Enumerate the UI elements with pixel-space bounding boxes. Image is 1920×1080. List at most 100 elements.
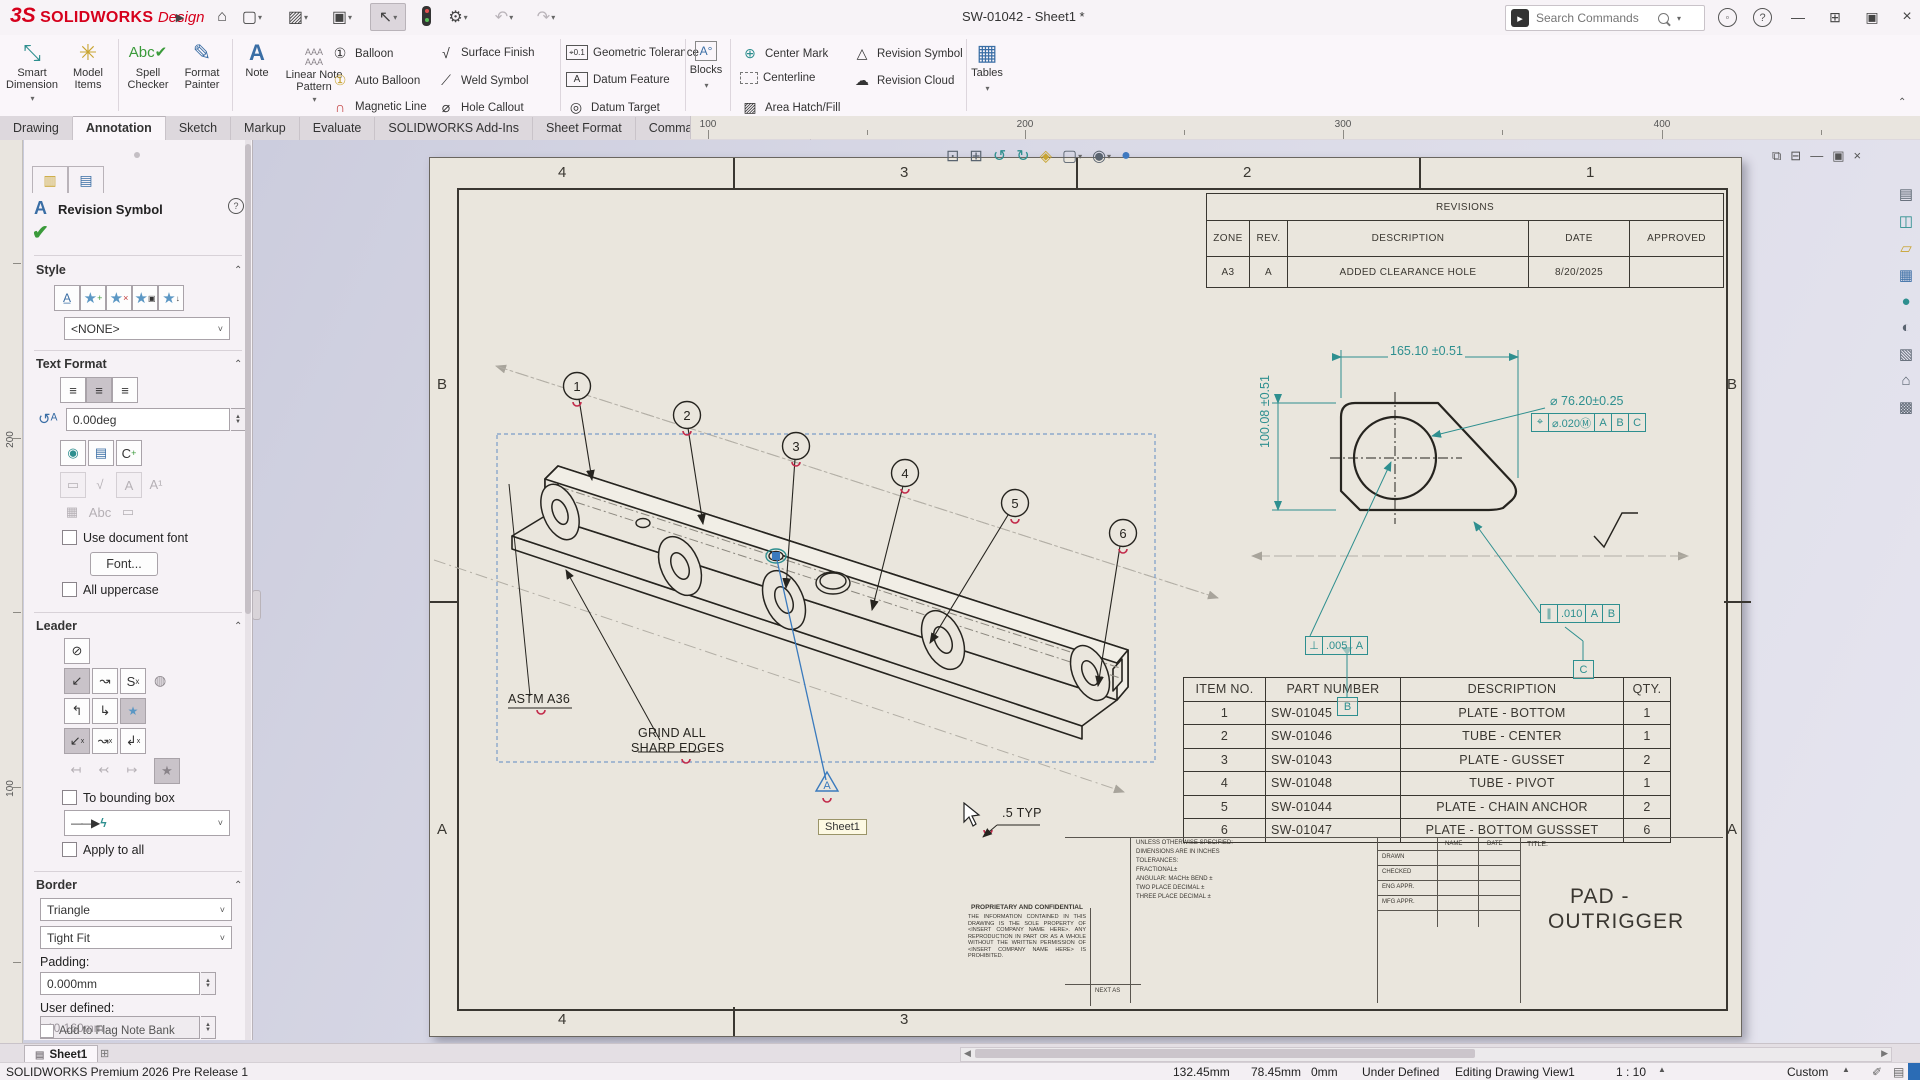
- rotate-view-icon[interactable]: ↻: [1016, 146, 1029, 166]
- bent-leader-button[interactable]: ↝x: [92, 728, 118, 754]
- dim-width[interactable]: 165.10 ±0.51: [1388, 344, 1465, 358]
- insert-finish-button[interactable]: √: [88, 472, 112, 496]
- leader-button[interactable]: ↙: [64, 668, 90, 694]
- menu-expand-arrow[interactable]: ▶: [168, 4, 192, 30]
- border-style-dropdown[interactable]: Triangle˅: [40, 898, 232, 921]
- graphics-area[interactable]: 200 100 4 3 2 1 4 3 B A B A: [0, 140, 1920, 1043]
- centerline-button[interactable]: Centerline: [740, 72, 815, 84]
- note-button[interactable]: A Note: [236, 41, 278, 79]
- stack-note-button[interactable]: A¹: [144, 472, 168, 496]
- doc-tile-icon[interactable]: ⧉: [1772, 148, 1781, 164]
- status-units[interactable]: Custom: [1787, 1065, 1828, 1079]
- forum-icon[interactable]: ▩: [1899, 398, 1913, 416]
- tab-sheet-format[interactable]: Sheet Format: [533, 117, 636, 140]
- close-button[interactable]: ×: [1894, 4, 1920, 30]
- doc-minimize-icon[interactable]: —: [1810, 148, 1823, 164]
- format-painter-button[interactable]: ✎ Format Painter: [176, 41, 228, 91]
- search-icon[interactable]: [1658, 13, 1669, 24]
- align-left-button[interactable]: ≡: [60, 377, 86, 403]
- add-symbol-button[interactable]: C+: [116, 440, 142, 466]
- zoom-to-fit-icon[interactable]: ⊡: [946, 146, 959, 166]
- tile-windows-button[interactable]: ⊞: [1822, 4, 1848, 30]
- user-defined-spinner[interactable]: ▲▼: [201, 1016, 216, 1039]
- view-orientation-icon[interactable]: ▢▾: [1062, 146, 1082, 166]
- hole-callout-button[interactable]: ⌀Hole Callout: [436, 99, 524, 116]
- spell-link-button[interactable]: Abc: [88, 500, 112, 524]
- area-hatch-button[interactable]: ▨Area Hatch/Fill: [740, 99, 840, 116]
- horizontal-scrollbar[interactable]: ◀ ▶: [960, 1047, 1892, 1062]
- padding-spinner[interactable]: ▲▼: [201, 972, 216, 995]
- link-property-button[interactable]: ▤: [88, 440, 114, 466]
- scene-icon[interactable]: ◐: [1901, 319, 1910, 336]
- resources-icon[interactable]: ▤: [1899, 185, 1913, 203]
- align-center-button[interactable]: ≡: [86, 377, 112, 403]
- tab-drawing[interactable]: Drawing: [0, 117, 73, 140]
- bent-leader-left-button[interactable]: ↰: [64, 698, 90, 724]
- bent-leader-right-button[interactable]: ↳: [92, 698, 118, 724]
- datum-target-button[interactable]: ◎Datum Target: [566, 99, 660, 116]
- tags-icon[interactable]: ✐: [1872, 1065, 1882, 1079]
- ok-checkmark-button[interactable]: ✔: [32, 220, 49, 245]
- panel-grip[interactable]: [134, 152, 140, 158]
- center-mark-button[interactable]: ⊕Center Mark: [740, 45, 828, 62]
- geometric-tolerance-button[interactable]: ⌖0.1Geometric Tolerance: [566, 45, 699, 60]
- edit-appearance-icon[interactable]: ◈: [1040, 146, 1052, 166]
- datum-flag-b[interactable]: B: [1337, 697, 1358, 716]
- help-icon[interactable]: ?: [1753, 8, 1772, 27]
- tab-sketch[interactable]: Sketch: [166, 117, 231, 140]
- insert-datum-button[interactable]: A: [116, 472, 142, 498]
- magnetic-line-anchor[interactable]: [772, 552, 780, 560]
- add-sheet-icon[interactable]: ⊞: [100, 1047, 109, 1060]
- border-size-dropdown[interactable]: Tight Fit˅: [40, 926, 232, 949]
- style-apply-defaults-button[interactable]: A̲: [54, 285, 80, 311]
- dim-diameter[interactable]: ⌀ 76.20±0.25: [1548, 393, 1625, 408]
- doc-split-icon[interactable]: ⊟: [1790, 148, 1801, 164]
- leader-center-text-button[interactable]: ↢: [92, 758, 116, 782]
- search-dropdown-arrow[interactable]: ▾: [1677, 14, 1681, 23]
- note-grind-2[interactable]: SHARP EDGES: [631, 741, 724, 755]
- all-uppercase-checkbox[interactable]: All uppercase: [62, 582, 159, 597]
- datum-flag-c[interactable]: C: [1573, 660, 1594, 679]
- weld-symbol-button[interactable]: ⟋Weld Symbol: [436, 72, 529, 89]
- align-right-button[interactable]: ≡: [112, 377, 138, 403]
- status-scale[interactable]: 1 : 10: [1616, 1065, 1646, 1079]
- leader-style-button[interactable]: ★: [154, 758, 180, 784]
- leader-section-header[interactable]: Leader: [36, 619, 77, 633]
- tab-solidworks-add-ins[interactable]: SOLIDWORKS Add-Ins: [375, 117, 533, 140]
- note-astm[interactable]: ASTM A36: [508, 692, 570, 706]
- insert-table-button[interactable]: ▦: [60, 500, 84, 524]
- ribbon-collapse-chevron[interactable]: ⌃: [1898, 97, 1906, 108]
- blocks-button[interactable]: A° Blocks▾: [684, 41, 728, 92]
- scale-dropdown-arrow[interactable]: ▲: [1658, 1065, 1666, 1074]
- revision-cloud-button[interactable]: ☁Revision Cloud: [852, 72, 954, 89]
- use-document-font-checkbox[interactable]: Use document font: [62, 530, 188, 545]
- tab-evaluate[interactable]: Evaluate: [300, 117, 376, 140]
- straight-leader-button[interactable]: ↙x: [64, 728, 90, 754]
- leader-left-text-button[interactable]: ↤: [64, 758, 88, 782]
- file-explorer-icon[interactable]: ▱: [1900, 239, 1912, 257]
- panel-splitter[interactable]: [252, 590, 261, 620]
- to-bounding-box-checkbox[interactable]: To bounding box: [62, 790, 175, 805]
- custom-properties-icon[interactable]: ▧: [1899, 345, 1913, 363]
- style-save-button[interactable]: ★▣: [132, 285, 158, 311]
- doc-close-icon[interactable]: ×: [1854, 148, 1862, 164]
- revision-symbol-button[interactable]: △Revision Symbol: [852, 45, 963, 62]
- scroll-right-arrow[interactable]: ▶: [1881, 1048, 1888, 1059]
- save-button[interactable]: ▣▾: [330, 4, 354, 30]
- spline-leader-button[interactable]: Sx: [120, 668, 146, 694]
- fcf-perpendicularity[interactable]: ⊥.005A: [1305, 636, 1368, 655]
- user-profile-icon[interactable]: ◦: [1718, 8, 1737, 27]
- status-options-icon[interactable]: ▤: [1893, 1065, 1904, 1079]
- style-collapse-caret[interactable]: ⌃: [234, 265, 242, 276]
- leader-collapse-caret[interactable]: ⌃: [234, 621, 242, 632]
- redo-button[interactable]: ↷▾: [534, 4, 558, 30]
- render-mode-icon[interactable]: ●: [1121, 147, 1131, 165]
- search-commands-box[interactable]: ▸ ▾: [1505, 5, 1705, 31]
- magnetic-line-button[interactable]: ∩Magnetic Line: [330, 99, 427, 115]
- select-tool-button[interactable]: ↖▾: [370, 3, 406, 31]
- auto-balloon-button[interactable]: ①Auto Balloon: [330, 72, 420, 89]
- undo-button[interactable]: ↶▾: [492, 4, 516, 30]
- tab-annotation[interactable]: Annotation: [73, 116, 166, 140]
- tab-propertymanager[interactable]: ▥: [32, 166, 68, 193]
- tab-configuration[interactable]: ▤: [68, 166, 104, 193]
